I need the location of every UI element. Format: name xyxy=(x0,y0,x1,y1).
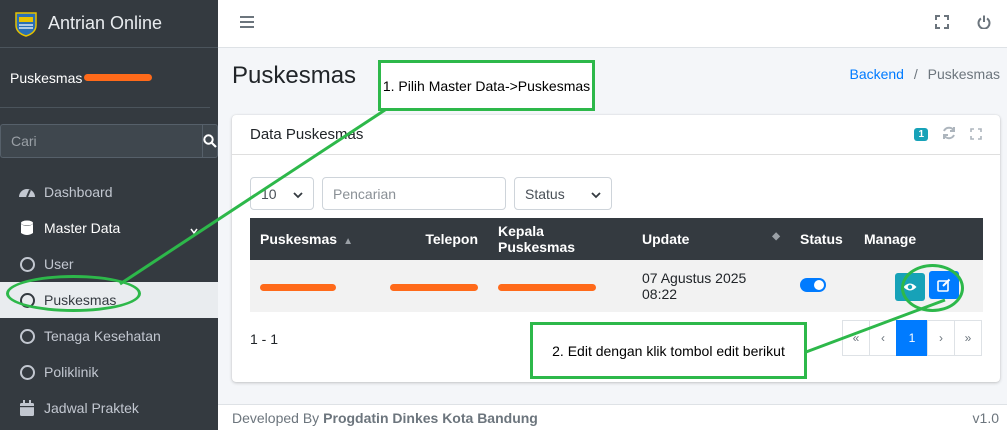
table-row: 07 Agustus 2025 08:22 xyxy=(250,260,983,312)
cell-kepala xyxy=(488,260,632,312)
maximize-icon[interactable] xyxy=(970,127,982,143)
column-header-update[interactable]: Update ◆ xyxy=(632,218,790,260)
sort-icon: ◆ xyxy=(772,231,780,242)
sidebar-item-user[interactable]: User xyxy=(0,246,218,282)
brand-title: Antrian Online xyxy=(48,13,163,33)
count-badge: 1 xyxy=(914,128,928,141)
page-1-button[interactable]: 1 xyxy=(896,320,928,356)
redaction-mark xyxy=(390,283,478,291)
card-title: Data Puskesmas xyxy=(250,126,364,143)
refresh-icon[interactable] xyxy=(942,126,956,143)
calendar-icon xyxy=(18,399,36,417)
breadcrumb-separator: / xyxy=(913,66,918,82)
chevron-down-icon xyxy=(591,186,601,202)
column-header-manage: Manage xyxy=(854,218,983,260)
next-page-button[interactable]: › xyxy=(927,320,955,356)
page-length-value: 10 xyxy=(261,185,277,202)
menu-toggle-icon[interactable] xyxy=(240,15,254,33)
dashboard-icon xyxy=(18,183,36,201)
status-toggle[interactable] xyxy=(800,277,826,292)
circle-icon xyxy=(18,363,36,381)
sidebar: Antrian Online Puskesmas Dashboard Maste… xyxy=(0,0,218,430)
status-filter-select[interactable]: Status xyxy=(514,177,612,210)
annotation-highlight-edit xyxy=(901,264,964,312)
brand[interactable]: Antrian Online xyxy=(0,0,218,48)
table-search-input[interactable] xyxy=(322,177,506,210)
annotation-step-1: 1. Pilih Master Data->Puskesmas xyxy=(378,60,595,111)
annotation-highlight-puskesmas xyxy=(6,275,141,312)
circle-icon xyxy=(18,327,36,345)
redaction-mark xyxy=(84,74,153,81)
redaction-mark xyxy=(498,283,596,291)
redaction-mark xyxy=(260,283,336,291)
circle-icon xyxy=(18,255,36,273)
cell-status xyxy=(790,260,854,312)
breadcrumb-current: Puskesmas xyxy=(927,66,1000,82)
card-header: Data Puskesmas 1 xyxy=(232,115,1000,155)
column-header-telepon[interactable]: Telepon xyxy=(380,218,488,260)
user-name: Puskesmas xyxy=(10,69,83,86)
search-icon xyxy=(203,134,217,148)
footer-version: v1.0 xyxy=(972,409,999,426)
annotation-step-2: 2. Edit dengan klik tombol edit berikut xyxy=(530,322,807,379)
sidebar-item-label: Jadwal Praktek xyxy=(44,400,139,416)
fullscreen-icon[interactable] xyxy=(935,15,949,32)
footer-prefix: Developed By xyxy=(232,409,320,426)
table-filters: 10 Status xyxy=(250,177,612,210)
breadcrumb: Backend / Puskesmas xyxy=(849,66,1000,82)
sidebar-item-label: Tenaga Kesehatan xyxy=(44,328,161,344)
sidebar-item-tenaga-kesehatan[interactable]: Tenaga Kesehatan xyxy=(0,318,218,354)
column-header-kepala[interactable]: Kepala Puskesmas xyxy=(488,218,632,260)
puskesmas-table: Puskesmas ▲ Telepon Kepala Puskesmas Upda… xyxy=(250,218,983,312)
chevron-down-icon xyxy=(190,222,198,238)
power-icon[interactable] xyxy=(977,15,991,32)
page-info: 1 - 1 xyxy=(250,331,279,347)
sort-asc-icon: ▲ xyxy=(343,236,353,247)
cell-update: 07 Agustus 2025 08:22 xyxy=(632,260,790,312)
sidebar-item-label: Master Data xyxy=(44,220,121,236)
sidebar-item-label: User xyxy=(44,256,74,272)
cell-telepon xyxy=(380,260,488,312)
prev-page-button[interactable]: ‹ xyxy=(869,320,897,356)
sidebar-item-label: Dashboard xyxy=(44,184,113,200)
sidebar-item-dashboard[interactable]: Dashboard xyxy=(0,174,218,210)
column-header-puskesmas[interactable]: Puskesmas ▲ xyxy=(250,218,380,260)
first-page-button[interactable]: « xyxy=(842,320,870,356)
footer-org-link[interactable]: Progdatin Dinkes Kota Bandung xyxy=(323,410,538,426)
sidebar-item-poliklinik[interactable]: Poliklinik xyxy=(0,354,218,390)
user-panel[interactable]: Puskesmas xyxy=(0,48,210,108)
sidebar-item-jadwal-praktek[interactable]: Jadwal Praktek xyxy=(0,390,218,426)
card-tools: 1 xyxy=(914,126,982,143)
page-title: Puskesmas xyxy=(232,62,357,89)
sidebar-search-input[interactable] xyxy=(0,124,202,158)
database-icon xyxy=(18,219,36,237)
page-length-select[interactable]: 10 xyxy=(250,177,314,210)
sidebar-item-master-data[interactable]: Master Data xyxy=(0,210,218,246)
column-header-status[interactable]: Status xyxy=(790,218,854,260)
status-filter-value: Status xyxy=(525,185,565,202)
city-crest-logo xyxy=(15,11,37,37)
last-page-button[interactable]: » xyxy=(954,320,982,356)
sidebar-search-button[interactable] xyxy=(202,124,218,158)
cell-puskesmas xyxy=(250,260,380,312)
sidebar-item-label: Poliklinik xyxy=(44,364,99,380)
chevron-down-icon xyxy=(293,186,303,202)
sidebar-search xyxy=(0,124,218,158)
top-navbar xyxy=(218,0,1007,48)
pagination: « ‹ 1 › » xyxy=(842,320,982,356)
breadcrumb-backend-link[interactable]: Backend xyxy=(849,66,903,82)
footer: Developed By Progdatin Dinkes Kota Bandu… xyxy=(218,404,1007,430)
